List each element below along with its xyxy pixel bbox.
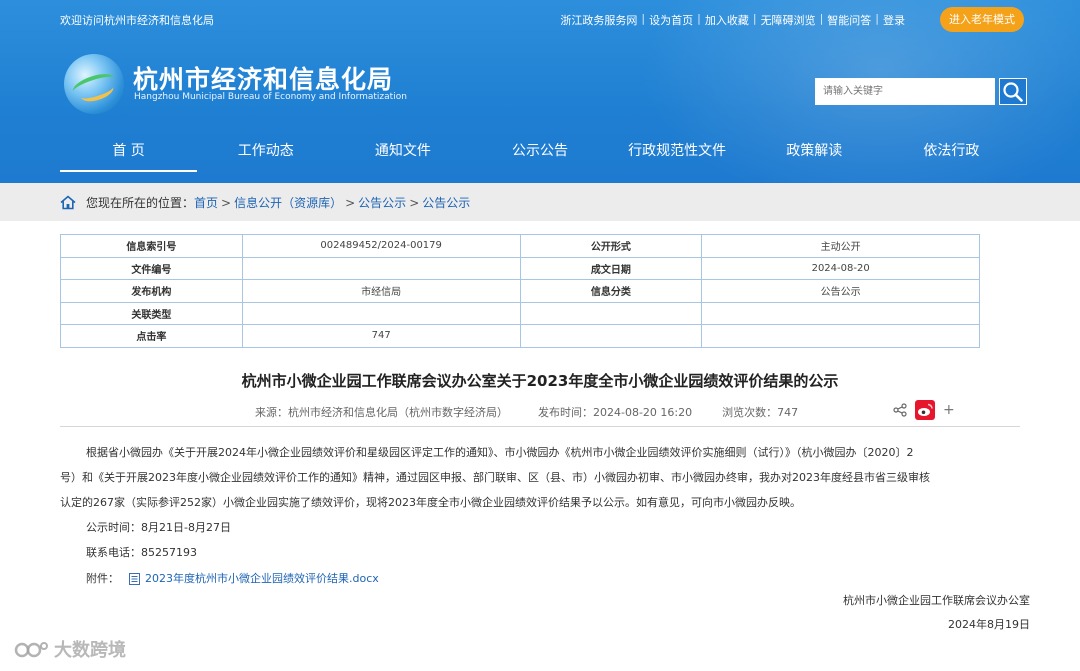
more-share-icon[interactable]: + — [943, 402, 955, 418]
table-row: 文件编号 成文日期 2024-08-20 — [60, 256, 980, 280]
publicity-period: 公示时间：8月21日-8月27日 — [86, 521, 231, 534]
nav-announcements[interactable]: 公示公告 — [471, 132, 608, 172]
site-title[interactable]: 杭州市经济和信息化局 — [133, 60, 393, 96]
link-set-home[interactable]: 设为首页 — [649, 12, 693, 28]
sign-org: 杭州市小微企业园工作联席会议办公室 — [843, 594, 1030, 607]
breadcrumb: 您现在所在的位置： 首页 > 信息公开（资源库） > 公告公示 > 公告公示 — [60, 194, 470, 211]
article-publish-time: 发布时间：2024-08-20 16:20 — [538, 406, 693, 419]
share-bar: + — [893, 400, 955, 420]
breadcrumb-prefix: 您现在所在的位置： — [86, 196, 195, 210]
site-subtitle: Hangzhou Municipal Bureau of Economy and… — [134, 92, 407, 102]
sign-date: 2024年8月19日 — [948, 618, 1030, 631]
nav-regulations[interactable]: 行政规范性文件 — [609, 132, 746, 172]
watermark-logo-icon — [14, 642, 48, 658]
link-login[interactable]: 登录 — [883, 12, 905, 28]
link-zjzwfw[interactable]: 浙江政务服务网 — [560, 12, 637, 28]
search-input[interactable] — [815, 78, 995, 105]
attachment-link[interactable]: 2023年度杭州市小微企业园绩效评价结果.docx — [145, 567, 379, 591]
nav-home[interactable]: 首 页 — [60, 132, 198, 172]
share-icon[interactable] — [893, 403, 907, 417]
weibo-icon[interactable] — [915, 400, 935, 420]
table-row: 关联类型 — [60, 301, 980, 325]
site-logo-icon[interactable] — [64, 54, 124, 114]
table-row: 发布机构 市经信局 信息分类 公告公示 — [60, 279, 980, 303]
link-smart-qa[interactable]: 智能问答 — [827, 12, 871, 28]
attachment-row: 附件： 2023年度杭州市小微企业园绩效评价结果.docx — [86, 566, 1026, 591]
site-header: 欢迎访问杭州市经济和信息化局 浙江政务服务网 | 设为首页 | 加入收藏 | 无障碍浏… — [0, 0, 1080, 183]
contact-phone: 联系电话：85257193 — [86, 546, 197, 559]
breadcrumb-bar: 您现在所在的位置： 首页 > 信息公开（资源库） > 公告公示 > 公告公示 — [0, 183, 1080, 221]
elder-mode-button[interactable]: 进入老年模式 — [940, 7, 1024, 32]
body-line: 认定的267家（实际参评252家）小微企业园实施了绩效评价，现将2023年度全市… — [60, 496, 801, 509]
nav-policy-interpretation[interactable]: 政策解读 — [746, 132, 883, 172]
link-add-favorite[interactable]: 加入收藏 — [705, 12, 749, 28]
table-row: 点击率 747 — [60, 324, 980, 348]
watermark: 大数跨境 — [14, 636, 126, 662]
breadcrumb-home[interactable]: 首页 — [194, 194, 218, 211]
search-icon — [1003, 81, 1023, 102]
attachment-label: 附件： — [86, 571, 119, 585]
link-accessibility[interactable]: 无障碍浏览 — [761, 12, 816, 28]
breadcrumb-current[interactable]: 公告公示 — [422, 194, 470, 211]
article-body: 根据省小微园办《关于开展2024年小微企业园绩效评价和星级园区评定工作的通知》、… — [60, 441, 1026, 591]
article-views: 浏览次数：747 — [722, 406, 799, 419]
table-row: 信息索引号 002489452/2024-00179 公开形式 主动公开 — [60, 234, 980, 258]
body-line: 根据省小微园办《关于开展2024年小微企业园绩效评价和星级园区评定工作的通知》、… — [86, 446, 914, 459]
body-line: 号）和《关于开展2023年度小微企业园绩效评价工作的通知》精神，通过园区申报、部… — [60, 471, 930, 484]
welcome-text: 欢迎访问杭州市经济和信息化局 — [60, 14, 214, 27]
article-title: 杭州市小微企业园工作联席会议办公室关于2023年度全市小微企业园绩效评价结果的公… — [241, 372, 839, 390]
breadcrumb-announcements[interactable]: 公告公示 — [358, 194, 406, 211]
nav-notices[interactable]: 通知文件 — [334, 132, 471, 172]
main-nav: 首 页 工作动态 通知文件 公示公告 行政规范性文件 政策解读 依法行政 — [60, 132, 1020, 172]
breadcrumb-info-open[interactable]: 信息公开（资源库） — [234, 194, 342, 211]
article-info-line: 来源：杭州市经济和信息化局（杭州市数字经济局） 发布时间：2024-08-20 … — [255, 404, 828, 420]
info-meta-table: 信息索引号 002489452/2024-00179 公开形式 主动公开 文件编… — [60, 234, 980, 348]
top-links: 浙江政务服务网 | 设为首页 | 加入收藏 | 无障碍浏览 | 智能问答 | 登录 — [560, 12, 905, 28]
home-icon — [60, 195, 76, 210]
nav-work-news[interactable]: 工作动态 — [197, 132, 334, 172]
nav-law-admin[interactable]: 依法行政 — [883, 132, 1020, 172]
search-button[interactable] — [999, 78, 1027, 105]
article-source: 来源：杭州市经济和信息化局（杭州市数字经济局） — [255, 406, 508, 419]
document-icon — [129, 572, 140, 585]
divider — [60, 426, 1020, 427]
